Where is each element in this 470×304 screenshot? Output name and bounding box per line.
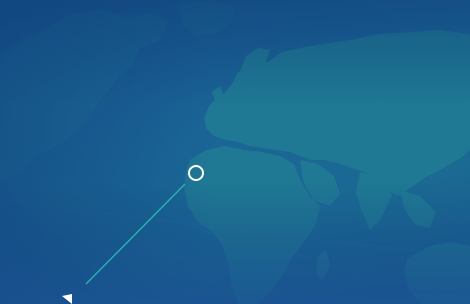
world-map-banner [0,0,470,304]
world-map [0,0,470,304]
bottom-shade [0,0,470,304]
